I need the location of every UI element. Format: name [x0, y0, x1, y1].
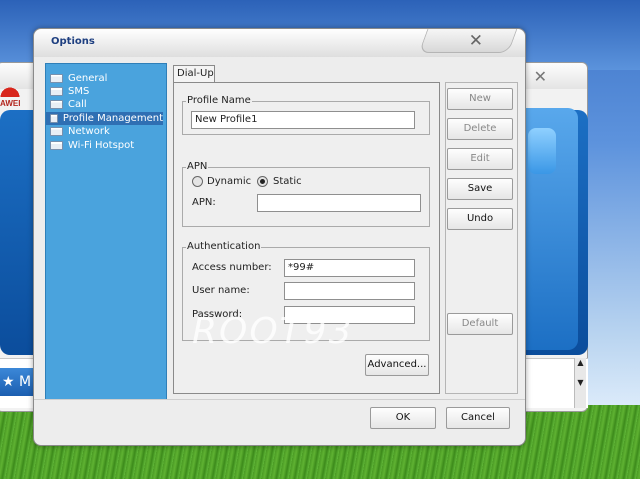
- nav-item-profile-management[interactable]: Profile Management: [46, 112, 163, 125]
- nav-item-label: General: [68, 73, 108, 84]
- delete-button[interactable]: Delete: [447, 118, 513, 140]
- options-dialog: Options ✕ General SMS Call Profile Manag…: [33, 28, 526, 446]
- nav-item-general[interactable]: General: [50, 72, 107, 85]
- profile-name-input[interactable]: New Profile1: [191, 111, 415, 129]
- edit-button[interactable]: Edit: [447, 148, 513, 170]
- folder-icon: [50, 141, 63, 150]
- dialog-title: Options: [51, 36, 95, 47]
- close-icon[interactable]: ✕: [469, 31, 483, 51]
- advanced-button[interactable]: Advanced...: [365, 354, 429, 376]
- folder-icon: [50, 100, 63, 109]
- default-button[interactable]: Default: [447, 313, 513, 335]
- ok-button[interactable]: OK: [370, 407, 436, 429]
- access-number-label: Access number:: [192, 262, 272, 273]
- authentication-group-label: Authentication: [186, 241, 262, 252]
- save-button[interactable]: Save: [447, 178, 513, 200]
- folder-icon: [50, 127, 63, 136]
- nav-item-call[interactable]: Call: [50, 98, 87, 111]
- folder-icon: [50, 74, 63, 83]
- radio-dynamic-label: Dynamic: [207, 176, 252, 187]
- background-close-icon[interactable]: ✕: [534, 67, 547, 86]
- new-button[interactable]: New: [447, 88, 513, 110]
- profile-actions-panel: New Delete Edit Save Undo Default: [445, 82, 518, 394]
- options-nav: General SMS Call Profile Management Netw…: [45, 63, 167, 400]
- access-number-input[interactable]: *99#: [284, 259, 415, 277]
- huawei-flower-icon: [0, 85, 20, 97]
- cancel-button[interactable]: Cancel: [446, 407, 510, 429]
- apn-input[interactable]: [257, 194, 421, 212]
- nav-item-network[interactable]: Network: [50, 125, 110, 138]
- apn-group-label: APN: [186, 161, 209, 172]
- home-label: M: [19, 374, 32, 390]
- huawei-logo: AWEI: [0, 85, 22, 108]
- user-name-label: User name:: [192, 285, 250, 296]
- nav-item-label: SMS: [68, 86, 90, 97]
- dialog-footer-separator: [34, 399, 525, 400]
- apn-group: APN Dynamic Static APN:: [182, 161, 430, 227]
- undo-button[interactable]: Undo: [447, 208, 513, 230]
- nav-item-wifi-hotspot[interactable]: Wi-Fi Hotspot: [50, 139, 134, 152]
- folder-icon: [50, 114, 58, 123]
- radio-static-label: Static: [273, 176, 302, 187]
- background-scrollbar[interactable]: ▲ ▼: [574, 358, 586, 408]
- nav-item-label: Wi-Fi Hotspot: [68, 140, 135, 151]
- watermark-text: ROOT93: [192, 311, 354, 352]
- nav-item-label: Profile Management: [62, 113, 163, 124]
- apn-field-label: APN:: [192, 197, 216, 208]
- nav-item-label: Network: [68, 126, 110, 137]
- tab-dial-up[interactable]: Dial-Up: [173, 65, 215, 83]
- dialog-titlebar: Options ✕: [34, 29, 525, 57]
- radio-static[interactable]: [257, 176, 268, 187]
- logo-text: AWEI: [0, 99, 21, 108]
- profile-name-group-label: Profile Name: [186, 95, 252, 106]
- radio-dynamic[interactable]: [192, 176, 203, 187]
- background-button-shape: [528, 128, 556, 174]
- nav-item-sms[interactable]: SMS: [50, 85, 89, 98]
- folder-icon: [50, 87, 63, 96]
- user-name-input[interactable]: [284, 282, 415, 300]
- profile-name-group: Profile Name New Profile1: [182, 95, 430, 135]
- nav-item-label: Call: [68, 99, 87, 110]
